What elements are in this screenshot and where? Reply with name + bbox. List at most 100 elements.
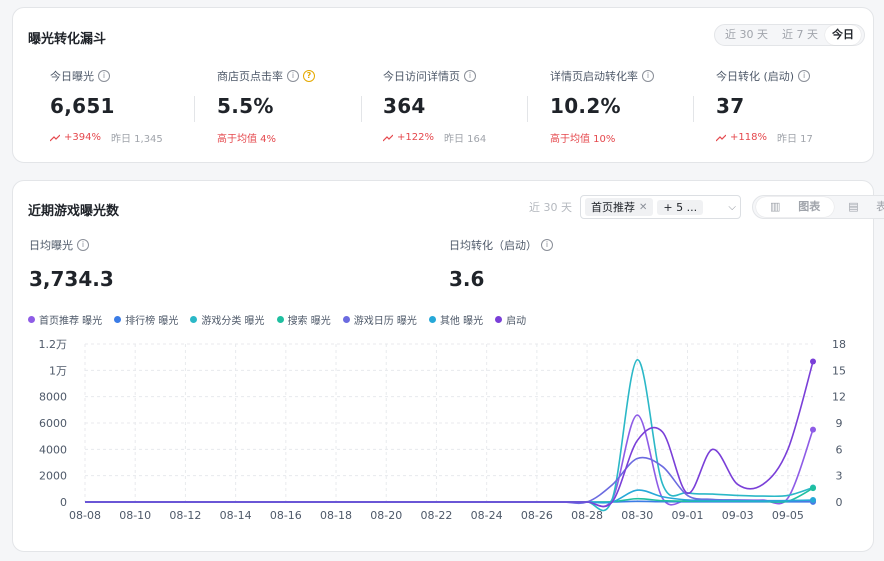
y-tick-label: 4000 [39, 443, 67, 456]
legend-label: 排行榜 曝光 [125, 316, 179, 327]
kpi-change: 高于均值 10% [550, 134, 616, 145]
x-tick-label: 08-26 [521, 509, 553, 522]
x-tick-label: 08-30 [621, 509, 653, 522]
trend-up-icon [50, 134, 60, 141]
kpi-label: 今日转化 (启动) [716, 70, 795, 83]
legend-label: 搜索 曝光 [287, 316, 331, 327]
y2-tick-label: 12 [832, 391, 846, 404]
kpi-change: +394% [64, 132, 101, 143]
legend-label: 首页推荐 曝光 [39, 316, 103, 327]
series-end-point [810, 485, 816, 492]
y-tick-label: 6000 [39, 417, 67, 430]
filter-more[interactable]: + 5 ... [657, 199, 704, 215]
avg-exposure: 日均曝光 i 3,734.3 [29, 237, 114, 291]
info-icon[interactable]: i [541, 239, 553, 251]
x-tick-label: 08-08 [69, 509, 101, 522]
funnel-title: 曝光转化漏斗 [28, 32, 107, 47]
info-icon[interactable]: i [464, 70, 476, 82]
x-tick-label: 08-22 [420, 509, 452, 522]
kpi-value: 5.5% [217, 94, 274, 118]
legend-dot [190, 316, 198, 323]
view-toggle: ▥ 图表 ▤ 表格 [752, 195, 884, 219]
y2-tick-label: 3 [836, 470, 843, 483]
range-30d[interactable]: 近 30 天 [718, 25, 775, 45]
x-tick-label: 08-20 [370, 509, 402, 522]
info-icon[interactable]: i [287, 70, 299, 82]
legend-dot [428, 316, 436, 323]
kpi-label: 详情页启动转化率 [550, 70, 638, 83]
x-tick-label: 08-12 [169, 509, 201, 522]
chevron-down-icon[interactable]: ⌵ [728, 202, 736, 213]
x-tick-label: 09-05 [772, 509, 804, 522]
trend-card: 近期游戏曝光数 近 30 天 首页推荐 ✕ + 5 ... ⌵ ▥ 图表 ▤ 表格… [12, 180, 884, 552]
legend-label: 其他 曝光 [439, 316, 484, 327]
y2-tick-label: 15 [832, 364, 846, 377]
x-tick-label: 08-28 [571, 509, 603, 522]
legend-item[interactable]: 搜索 曝光 [276, 312, 331, 327]
funnel-range-toggle: 近 30 天 近 7 天 今日 [714, 24, 865, 46]
legend-dot [342, 316, 350, 323]
y2-tick-label: 9 [836, 417, 843, 430]
legend-item[interactable]: 游戏分类 曝光 [190, 312, 265, 327]
kpi-compare: 昨日 164 [443, 134, 487, 145]
y-tick-label: 8000 [39, 391, 67, 404]
close-icon[interactable]: ✕ [639, 202, 647, 213]
legend-item[interactable]: 首页推荐 曝光 [28, 312, 102, 327]
y-tick-label: 2000 [39, 470, 67, 483]
legend-dot [276, 316, 284, 323]
trend-up-icon [716, 134, 726, 141]
series-end-point [810, 426, 816, 433]
y-tick-label: 1.2万 [39, 338, 68, 351]
kpi-today-launch: 今日转化 (启动) i 37 +118% 昨日 17 [716, 68, 882, 148]
kpi-detail-conversion: 详情页启动转化率 i 10.2% 高于均值 10% [550, 68, 716, 148]
legend-item[interactable]: 其他 曝光 [428, 312, 484, 327]
view-chart-label: 图表 [798, 200, 821, 213]
range-today[interactable]: 今日 [825, 25, 861, 45]
kpi-change: +122% [397, 132, 434, 143]
legend-item[interactable]: 排行榜 曝光 [114, 312, 178, 327]
kpi-compare: 昨日 17 [776, 134, 813, 145]
x-tick-label: 09-03 [722, 509, 754, 522]
view-chart-button[interactable]: ▥ 图表 [756, 197, 835, 217]
legend-item[interactable]: 启动 [495, 312, 526, 327]
avg-conversion-label: 日均转化（启动） [449, 239, 537, 252]
filter-chip-label: 首页推荐 [591, 201, 635, 214]
kpi-divider [693, 96, 694, 122]
view-table-label: 表格 [876, 200, 884, 213]
kpi-value: 10.2% [550, 94, 621, 118]
info-icon[interactable]: i [77, 239, 89, 251]
kpi-change: +118% [730, 132, 767, 143]
channel-filter-select[interactable]: 首页推荐 ✕ + 5 ... ⌵ [580, 195, 741, 219]
series-line [84, 489, 814, 504]
info-icon[interactable]: i [798, 70, 811, 82]
kpi-divider [527, 96, 528, 122]
y2-tick-label: 6 [836, 443, 843, 456]
legend-dot [28, 316, 35, 323]
kpi-label: 今日曝光 [50, 70, 94, 83]
line-chart: 0 2000 4000 6000 8000 1万 1.2万 0 3 6 9 12 15 18 08-08 08… [39, 338, 847, 522]
legend-label: 游戏分类 曝光 [201, 316, 265, 327]
y2-tick-label: 18 [832, 338, 846, 351]
series-end-point [810, 358, 816, 365]
filter-chip[interactable]: 首页推荐 ✕ [585, 198, 654, 216]
kpi-today-exposure: 今日曝光 i 6,651 +394% 昨日 1,345 [50, 68, 216, 148]
range-7d[interactable]: 近 7 天 [775, 25, 825, 45]
series-line [84, 358, 814, 512]
info-icon[interactable]: i [642, 70, 654, 82]
bar-chart-icon: ▥ [770, 200, 781, 213]
x-tick-label: 08-10 [119, 509, 151, 522]
kpi-detail-visits: 今日访问详情页 i 364 +122% 昨日 164 [383, 68, 549, 148]
kpi-compare: 昨日 1,345 [110, 134, 163, 145]
info-icon[interactable]: i [98, 70, 110, 82]
legend-item[interactable]: 游戏日历 曝光 [342, 312, 417, 327]
chart-legend: 首页推荐 曝光 排行榜 曝光 游戏分类 曝光 搜索 曝光 游戏日历 曝光 其他 曝光 启动 [28, 312, 526, 327]
legend-dot [495, 316, 503, 323]
range-label[interactable]: 近 30 天 [529, 199, 572, 215]
help-icon[interactable]: ? [303, 70, 315, 82]
avg-conversion-value: 3.6 [449, 267, 485, 291]
kpi-value: 6,651 [50, 94, 115, 118]
legend-label: 游戏日历 曝光 [353, 316, 417, 327]
table-icon: ▤ [848, 200, 859, 213]
series-line [84, 361, 814, 508]
view-table-button[interactable]: ▤ 表格 [834, 197, 884, 217]
